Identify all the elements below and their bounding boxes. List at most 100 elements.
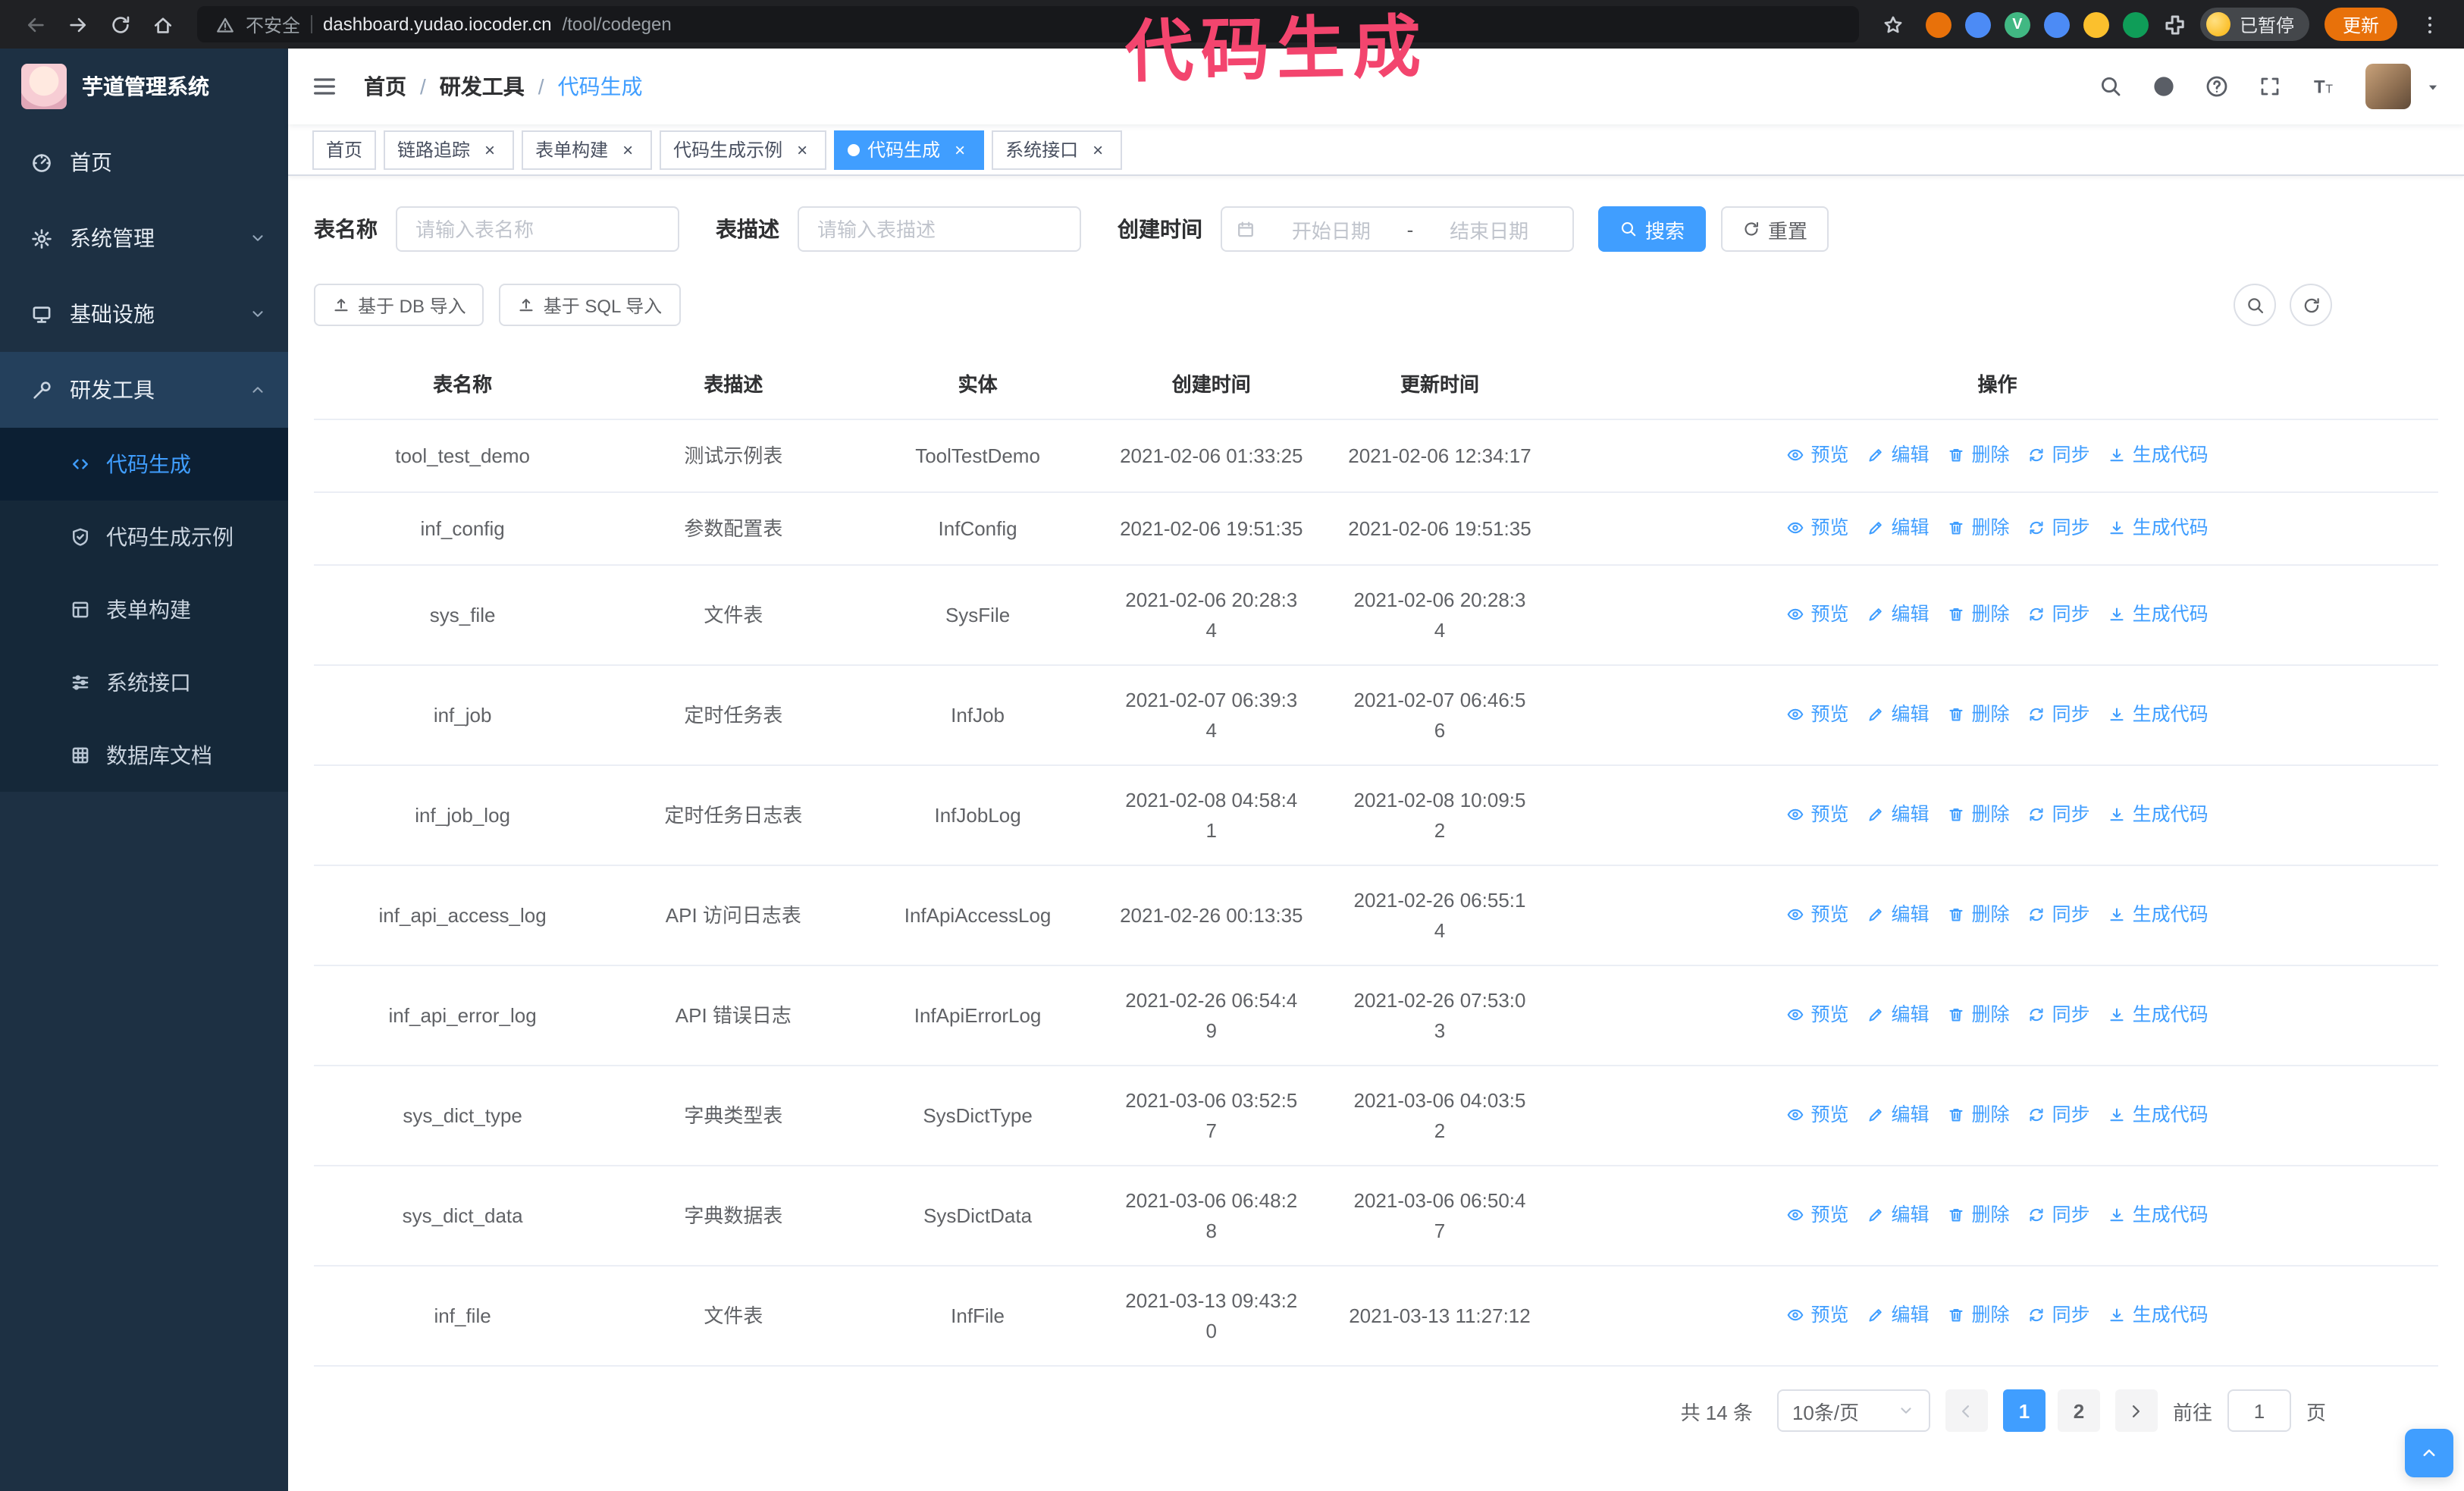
row-action-delete[interactable]: 删除 [1948, 439, 2010, 469]
tab-close-icon[interactable]: × [617, 139, 638, 160]
breadcrumb-devtools[interactable]: 研发工具 [440, 71, 525, 102]
fullscreen-icon[interactable] [2250, 67, 2290, 106]
row-action-delete[interactable]: 删除 [1948, 1099, 2010, 1129]
row-action-generate[interactable]: 生成代码 [2108, 1199, 2209, 1229]
row-action-delete[interactable]: 删除 [1948, 799, 2010, 829]
header-search-icon[interactable] [2091, 67, 2130, 106]
sidebar-subitem-db-doc[interactable]: 数据库文档 [0, 719, 288, 792]
row-action-delete[interactable]: 删除 [1948, 698, 2010, 729]
tab-form-builder[interactable]: 表单构建 × [522, 130, 653, 169]
row-action-sync[interactable]: 同步 [2028, 1199, 2090, 1229]
extension-yellow[interactable] [2083, 11, 2109, 37]
extension-blue-people[interactable] [2043, 11, 2070, 37]
backtop-button[interactable] [2405, 1429, 2453, 1477]
forward-icon[interactable] [58, 5, 97, 44]
row-action-sync[interactable]: 同步 [2028, 1099, 2090, 1129]
sidebar-subitem-codegen-example[interactable]: 代码生成示例 [0, 501, 288, 573]
extension-blue[interactable] [1964, 11, 1991, 37]
tab-codegen[interactable]: 代码生成 × [834, 130, 985, 169]
row-action-edit[interactable]: 编辑 [1867, 799, 1930, 829]
row-action-sync[interactable]: 同步 [2028, 512, 2090, 542]
kebab-menu-icon[interactable] [2409, 5, 2449, 44]
row-action-delete[interactable]: 删除 [1948, 1299, 2010, 1329]
row-action-sync[interactable]: 同步 [2028, 439, 2090, 469]
page-size-select[interactable]: 10条/页 [1776, 1389, 1930, 1432]
help-icon[interactable] [2197, 67, 2237, 106]
logo[interactable]: 芋道管理系统 [0, 49, 288, 124]
sidebar-item-infra[interactable]: 基础设施 [0, 276, 288, 352]
table-desc-input[interactable] [798, 206, 1081, 252]
row-action-sync[interactable]: 同步 [2028, 1299, 2090, 1329]
menu-fold-icon[interactable] [311, 73, 338, 100]
bookmark-star-icon[interactable] [1874, 5, 1914, 44]
row-action-sync[interactable]: 同步 [2028, 899, 2090, 929]
row-action-preview[interactable]: 预览 [1786, 439, 1849, 469]
row-action-delete[interactable]: 删除 [1948, 512, 2010, 542]
row-action-sync[interactable]: 同步 [2028, 799, 2090, 829]
row-action-generate[interactable]: 生成代码 [2108, 698, 2209, 729]
row-action-preview[interactable]: 预览 [1786, 1299, 1849, 1329]
refresh-table-button[interactable] [2290, 284, 2332, 326]
caret-down-icon[interactable] [2425, 78, 2441, 95]
extensions-menu[interactable] [2162, 11, 2188, 37]
tab-close-icon[interactable]: × [1087, 139, 1108, 160]
font-size-icon[interactable]: TT [2303, 67, 2343, 106]
row-action-preview[interactable]: 预览 [1786, 512, 1849, 542]
tab-close-icon[interactable]: × [479, 139, 500, 160]
prev-page-button[interactable] [1945, 1389, 1988, 1432]
toggle-search-button[interactable] [2234, 284, 2276, 326]
row-action-sync[interactable]: 同步 [2028, 999, 2090, 1029]
browser-home-icon[interactable] [143, 5, 182, 44]
row-action-preview[interactable]: 预览 [1786, 899, 1849, 929]
date-range-picker[interactable]: 开始日期 - 结束日期 [1221, 206, 1574, 252]
import-db-button[interactable]: 基于 DB 导入 [314, 284, 484, 326]
row-action-preview[interactable]: 预览 [1786, 698, 1849, 729]
row-action-edit[interactable]: 编辑 [1867, 899, 1930, 929]
sidebar-subitem-system-api[interactable]: 系统接口 [0, 646, 288, 719]
row-action-delete[interactable]: 删除 [1948, 598, 2010, 629]
row-action-generate[interactable]: 生成代码 [2108, 439, 2209, 469]
row-action-edit[interactable]: 编辑 [1867, 598, 1930, 629]
tab-system-api[interactable]: 系统接口 × [992, 130, 1123, 169]
row-action-delete[interactable]: 删除 [1948, 999, 2010, 1029]
row-action-preview[interactable]: 预览 [1786, 799, 1849, 829]
row-action-preview[interactable]: 预览 [1786, 999, 1849, 1029]
page-button-1[interactable]: 1 [2002, 1389, 2045, 1432]
row-action-edit[interactable]: 编辑 [1867, 999, 1930, 1029]
sidebar-item-devtools[interactable]: 研发工具 [0, 352, 288, 428]
next-page-button[interactable] [2114, 1389, 2158, 1432]
goto-page-input[interactable] [2227, 1389, 2291, 1432]
url-bar[interactable]: 不安全 dashboard.yudao.iocoder.cn/tool/code… [197, 6, 1859, 42]
tab-codegen-example[interactable]: 代码生成示例 × [660, 130, 827, 169]
tab-close-icon[interactable]: × [949, 139, 970, 160]
sidebar-item-home[interactable]: 首页 [0, 124, 288, 200]
sidebar-item-system[interactable]: 系统管理 [0, 200, 288, 276]
row-action-generate[interactable]: 生成代码 [2108, 999, 2209, 1029]
row-action-delete[interactable]: 删除 [1948, 1199, 2010, 1229]
tab-home[interactable]: 首页 [312, 130, 377, 169]
user-avatar[interactable] [2365, 64, 2411, 109]
row-action-generate[interactable]: 生成代码 [2108, 799, 2209, 829]
extension-vue-devtools[interactable]: V [2004, 11, 2030, 37]
row-action-edit[interactable]: 编辑 [1867, 512, 1930, 542]
row-action-delete[interactable]: 删除 [1948, 899, 2010, 929]
row-action-edit[interactable]: 编辑 [1867, 1199, 1930, 1229]
row-action-sync[interactable]: 同步 [2028, 698, 2090, 729]
row-action-generate[interactable]: 生成代码 [2108, 512, 2209, 542]
reload-icon[interactable] [100, 5, 140, 44]
row-action-edit[interactable]: 编辑 [1867, 1299, 1930, 1329]
row-action-preview[interactable]: 预览 [1786, 598, 1849, 629]
row-action-generate[interactable]: 生成代码 [2108, 1299, 2209, 1329]
back-icon[interactable] [15, 5, 55, 44]
breadcrumb-home[interactable]: 首页 [364, 71, 406, 102]
search-button[interactable]: 搜索 [1598, 206, 1707, 252]
row-action-edit[interactable]: 编辑 [1867, 1099, 1930, 1129]
sidebar-subitem-form-builder[interactable]: 表单构建 [0, 573, 288, 646]
profile-paused-badge[interactable]: 已暂停 [2199, 8, 2309, 41]
table-name-input[interactable] [396, 206, 679, 252]
github-icon[interactable] [2144, 67, 2183, 106]
extension-green[interactable] [2122, 11, 2149, 37]
row-action-sync[interactable]: 同步 [2028, 598, 2090, 629]
import-sql-button[interactable]: 基于 SQL 导入 [499, 284, 681, 326]
row-action-preview[interactable]: 预览 [1786, 1099, 1849, 1129]
